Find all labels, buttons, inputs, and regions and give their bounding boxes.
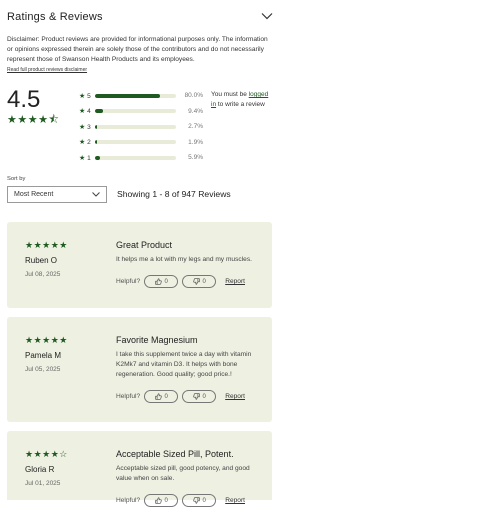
rating-bar-fill — [95, 124, 98, 129]
review-card: ★★★★★ Pamela M Jul 05, 2025 Favorite Mag… — [7, 317, 272, 422]
rating-distribution: ★ 5 80.0% ★ 4 9.4% ★ 3 2.7% ★ 2 1.9% ★ 1… — [79, 88, 209, 166]
report-link[interactable]: Report — [225, 393, 245, 400]
review-title: Great Product — [116, 240, 173, 250]
rating-percent: 2.7% — [188, 123, 203, 131]
thumbs-down-icon — [192, 393, 200, 400]
review-body: I take this supplement twice a day with … — [116, 351, 252, 378]
helpful-label: Helpful? — [116, 497, 141, 504]
disclaimer-link[interactable]: Read full product reviews disclaimer — [7, 67, 87, 73]
rating-bar-fill — [95, 155, 100, 160]
average-stars: ★★★★⯪ — [7, 114, 60, 126]
helpful-row: Helpful? 0 0 Report — [116, 390, 245, 403]
helpful-no-button[interactable]: 0 — [182, 390, 217, 403]
helpful-yes-count: 0 — [164, 497, 168, 504]
rating-bar-fill — [95, 140, 97, 145]
rating-row-label: 3 — [87, 123, 91, 131]
star-icon: ★ — [79, 139, 86, 147]
helpful-label: Helpful? — [116, 393, 141, 400]
helpful-yes-count: 0 — [164, 278, 168, 285]
rating-row-label: 5 — [87, 92, 91, 100]
rating-row-3[interactable]: ★ 3 2.7% — [79, 119, 209, 135]
review-date: Jul 05, 2025 — [25, 366, 61, 373]
star-icon: ★ — [79, 92, 86, 100]
review-card: ★★★★☆ Gloria R Jul 01, 2025 Acceptable S… — [7, 431, 272, 507]
helpful-no-count: 0 — [202, 497, 206, 504]
report-link[interactable]: Report — [225, 278, 245, 285]
rating-row-5[interactable]: ★ 5 80.0% — [79, 88, 209, 104]
rating-bar — [95, 124, 176, 129]
review-body: It helps me a lot with my legs and my mu… — [116, 256, 252, 263]
review-date: Jul 01, 2025 — [25, 480, 61, 487]
thumbs-down-icon — [192, 497, 200, 504]
rating-bar-fill — [95, 93, 160, 98]
login-suffix: to write a review — [216, 101, 265, 108]
helpful-yes-button[interactable]: 0 — [144, 390, 179, 403]
rating-bar — [95, 93, 176, 98]
review-card: ★★★★★ Ruben O Jul 08, 2025 Great Product… — [7, 222, 272, 308]
helpful-no-button[interactable]: 0 — [182, 494, 217, 507]
review-title: Favorite Magnesium — [116, 335, 198, 345]
helpful-row: Helpful? 0 0 Report — [116, 494, 245, 507]
rating-row-label: 2 — [87, 139, 91, 147]
rating-percent: 80.0% — [184, 92, 203, 100]
report-link[interactable]: Report — [225, 497, 245, 504]
sort-label: Sort by — [7, 176, 26, 182]
disclaimer-text: Disclaimer: Product reviews are provided… — [7, 36, 268, 63]
rating-bar — [95, 140, 176, 145]
helpful-yes-count: 0 — [164, 393, 168, 400]
star-icon: ★ — [79, 154, 86, 162]
results-count: Showing 1 - 8 of 947 Reviews — [117, 189, 231, 199]
sort-value: Most Recent — [14, 191, 54, 198]
helpful-no-count: 0 — [202, 393, 206, 400]
rating-percent: 1.9% — [188, 138, 203, 146]
rating-bar — [95, 155, 176, 160]
thumbs-up-icon — [154, 497, 162, 504]
reviewer-name: Pamela M — [25, 351, 62, 360]
rating-row-label: 1 — [87, 154, 91, 162]
helpful-no-count: 0 — [202, 278, 206, 285]
review-stars: ★★★★★ — [25, 240, 68, 250]
helpful-yes-button[interactable]: 0 — [144, 494, 179, 507]
section-title: Ratings & Reviews — [7, 11, 103, 23]
rating-bar — [95, 109, 176, 114]
thumbs-up-icon — [154, 393, 162, 400]
helpful-row: Helpful? 0 0 Report — [116, 275, 245, 288]
rating-row-1[interactable]: ★ 1 5.9% — [79, 150, 209, 166]
login-prefix: You must be — [211, 91, 249, 98]
rating-row-4[interactable]: ★ 4 9.4% — [79, 104, 209, 120]
helpful-label: Helpful? — [116, 278, 141, 285]
average-rating: 4.5 — [7, 86, 41, 113]
thumbs-up-icon — [154, 278, 162, 285]
chevron-down-icon[interactable] — [261, 12, 273, 20]
sort-select[interactable]: Most Recent — [7, 186, 107, 203]
rating-percent: 5.9% — [188, 154, 203, 162]
review-body: Acceptable sized pill, good potency, and… — [116, 465, 250, 482]
star-icon: ★ — [79, 123, 86, 131]
helpful-no-button[interactable]: 0 — [182, 275, 217, 288]
helpful-yes-button[interactable]: 0 — [144, 275, 179, 288]
ratings-reviews-header[interactable]: Ratings & Reviews — [7, 9, 273, 27]
rating-row-2[interactable]: ★ 2 1.9% — [79, 135, 209, 151]
star-icon: ★ — [79, 108, 86, 116]
rating-bar-fill — [95, 109, 103, 114]
rating-percent: 9.4% — [188, 107, 203, 115]
review-stars: ★★★★☆ — [25, 449, 68, 459]
rating-row-label: 4 — [87, 108, 91, 116]
reviewer-name: Ruben O — [25, 256, 58, 265]
chevron-down-icon — [92, 192, 100, 197]
thumbs-down-icon — [192, 278, 200, 285]
review-stars: ★★★★★ — [25, 335, 68, 345]
review-title: Acceptable Sized Pill, Potent. — [116, 449, 234, 459]
reviewer-name: Gloria R — [25, 465, 55, 474]
review-date: Jul 08, 2025 — [25, 271, 61, 278]
login-prompt: You must be logged in to write a review — [211, 90, 273, 110]
